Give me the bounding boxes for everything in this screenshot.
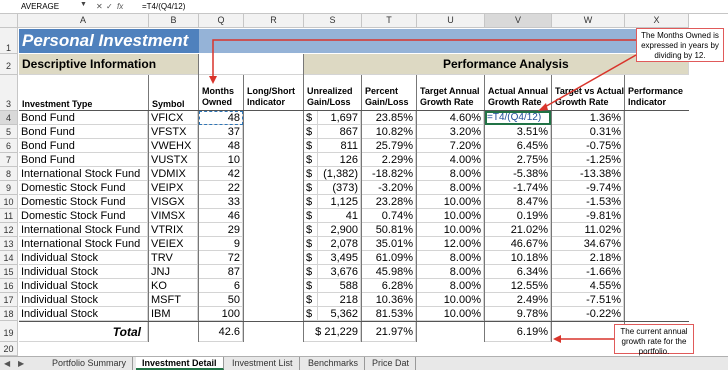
tab-scroll-right-icon[interactable]: ▶ [18, 357, 24, 370]
callout-arrows [209, 39, 637, 343]
arrow-head-icon [209, 76, 217, 84]
tab-benchmarks[interactable]: Benchmarks [302, 357, 366, 370]
tab-investment-detail[interactable]: Investment Detail [136, 357, 224, 370]
tab-portfolio-summary[interactable]: Portfolio Summary [46, 357, 134, 370]
arrow-head-icon [553, 335, 561, 343]
arrow-head-icon [538, 103, 548, 111]
tab-scroll-left-icon[interactable]: ◀ [4, 357, 10, 370]
sheet-tabs: ◀ ▶ Portfolio Summary Investment Detail … [0, 356, 728, 370]
tab-investment-list[interactable]: Investment List [226, 357, 300, 370]
tab-price-data[interactable]: Price Dat [366, 357, 417, 370]
